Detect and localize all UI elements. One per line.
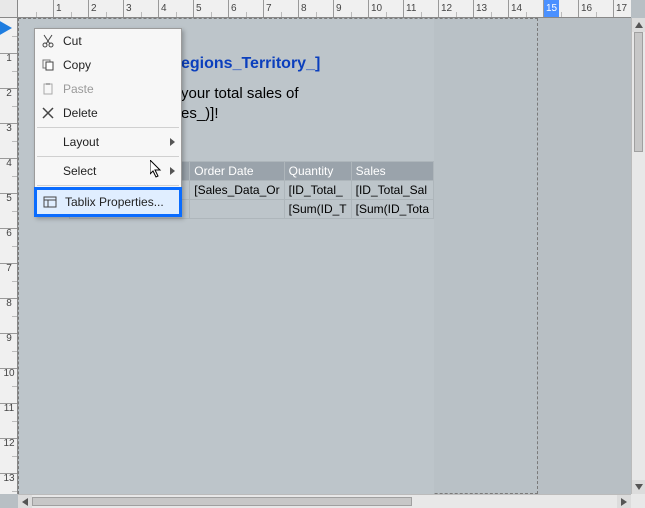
scrollbar-thumb[interactable] [634, 32, 643, 152]
vertical-ruler[interactable]: 1234567891011121314 [0, 18, 18, 494]
menu-item-label: Delete [63, 106, 98, 120]
menu-item-paste: Paste [35, 77, 181, 101]
menu-item-tablix-properties[interactable]: Tablix Properties... [37, 190, 179, 214]
scroll-right-button[interactable] [617, 495, 631, 508]
vertical-scrollbar[interactable] [631, 18, 645, 494]
menu-separator [37, 156, 179, 157]
scrollbar-corner [631, 494, 645, 508]
chevron-right-icon [170, 138, 175, 146]
tablix-cell[interactable]: [ID_Total_ [284, 181, 351, 200]
menu-item-label: Tablix Properties... [65, 195, 164, 209]
tablix-cell[interactable]: [Sales_Data_Or [190, 181, 284, 200]
menu-item-layout[interactable]: Layout [35, 130, 181, 154]
delete-icon [39, 104, 57, 122]
horizontal-scrollbar[interactable] [18, 494, 631, 508]
tablix-header-cell[interactable]: Sales [351, 162, 433, 181]
tablix-cell[interactable]: [Sum(ID_T [284, 200, 351, 219]
tablix-cell[interactable] [190, 200, 284, 219]
menu-item-delete[interactable]: Delete [35, 101, 181, 125]
report-title-field[interactable]: egions_Territory_] [181, 55, 320, 73]
menu-item-highlight: Tablix Properties... [34, 187, 182, 217]
copy-icon [39, 56, 57, 74]
tablix-cell[interactable]: [ID_Total_Sal [351, 181, 433, 200]
tablix-cell[interactable]: [Sum(ID_Tota [351, 200, 433, 219]
row-selector-arrow-icon [0, 20, 12, 36]
menu-item-cut[interactable]: Cut [35, 29, 181, 53]
report-text-line-2[interactable]: es_)]! [181, 105, 219, 122]
menu-separator [37, 127, 179, 128]
chevron-up-icon [635, 22, 643, 28]
paste-icon [39, 80, 57, 98]
cut-icon [39, 32, 57, 50]
menu-item-label: Layout [63, 135, 99, 149]
menu-separator [37, 185, 179, 186]
report-text-line-1[interactable]: your total sales of [181, 85, 299, 102]
menu-item-label: Copy [63, 58, 91, 72]
chevron-right-icon [621, 498, 627, 506]
ruler-corner [0, 0, 18, 18]
context-menu: Cut Copy Paste Delete Layout Select Tabl [34, 28, 182, 217]
tablix-header-cell[interactable]: Quantity [284, 162, 351, 181]
chevron-right-icon [170, 167, 175, 175]
menu-item-label: Cut [63, 34, 82, 48]
menu-item-label: Select [63, 164, 96, 178]
menu-item-copy[interactable]: Copy [35, 53, 181, 77]
scroll-down-button[interactable] [632, 480, 645, 494]
chevron-left-icon [22, 498, 28, 506]
menu-item-select[interactable]: Select [35, 159, 181, 183]
tablix-header-cell[interactable]: Order Date [190, 162, 284, 181]
scroll-left-button[interactable] [18, 495, 32, 508]
scroll-up-button[interactable] [632, 18, 645, 32]
scrollbar-thumb[interactable] [32, 497, 412, 506]
menu-item-label: Paste [63, 82, 94, 96]
horizontal-ruler[interactable]: 1234567891011121314151617 [18, 0, 631, 18]
chevron-down-icon [635, 484, 643, 490]
properties-icon [41, 193, 59, 211]
